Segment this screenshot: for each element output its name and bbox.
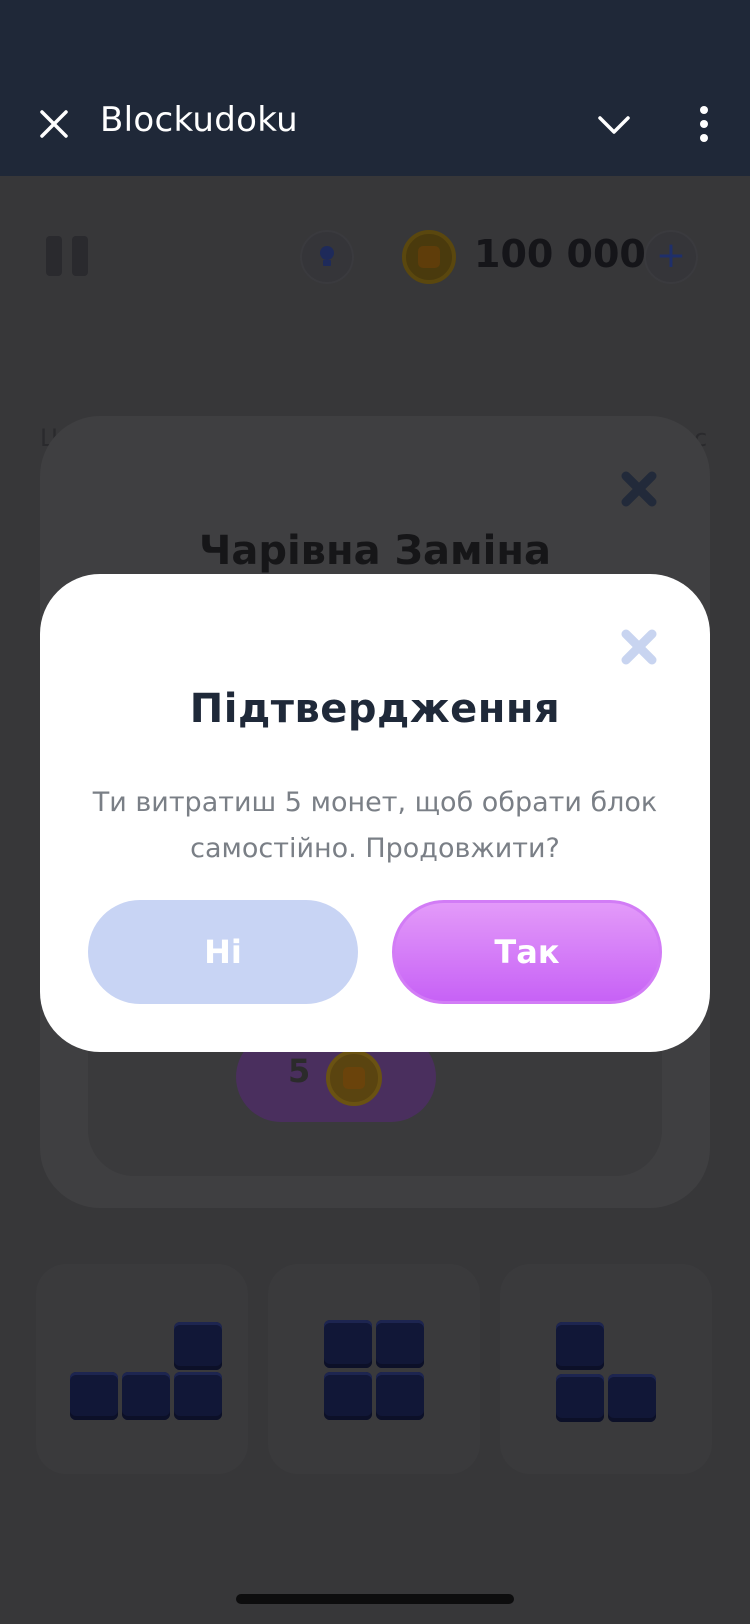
cost-value: 5 — [288, 1052, 311, 1090]
app-bar: Blockudoku — [0, 0, 750, 176]
dialog-message: Ти витратиш 5 монет, щоб обрати блок сам… — [92, 787, 658, 864]
hint-button[interactable] — [302, 232, 352, 282]
close-icon[interactable] — [618, 468, 660, 510]
close-icon[interactable] — [618, 626, 660, 668]
magic-swap-title: Чарівна Заміна — [199, 528, 551, 574]
confirmation-dialog: Підтвердження Ти витратиш 5 монет, щоб о… — [40, 574, 710, 1052]
coin-icon — [402, 230, 456, 284]
app-title: Blockudoku — [100, 100, 299, 140]
yes-button[interactable]: Так — [392, 900, 662, 1004]
chevron-down-icon[interactable] — [594, 110, 634, 140]
close-icon[interactable] — [34, 104, 74, 144]
add-coins-button[interactable]: + — [646, 232, 696, 282]
dialog-title: Підтвердження — [189, 686, 561, 732]
coin-balance: 100 000 — [474, 232, 646, 276]
piece-slot-1[interactable] — [36, 1264, 248, 1474]
home-indicator[interactable] — [236, 1594, 514, 1604]
pause-icon[interactable] — [46, 236, 90, 276]
piece-slot-2[interactable] — [268, 1264, 480, 1474]
more-vert-icon[interactable] — [694, 104, 714, 144]
lightbulb-icon — [320, 246, 334, 266]
piece-slot-3[interactable] — [500, 1264, 712, 1474]
no-button[interactable]: Ні — [88, 900, 358, 1004]
coin-icon — [326, 1050, 382, 1106]
